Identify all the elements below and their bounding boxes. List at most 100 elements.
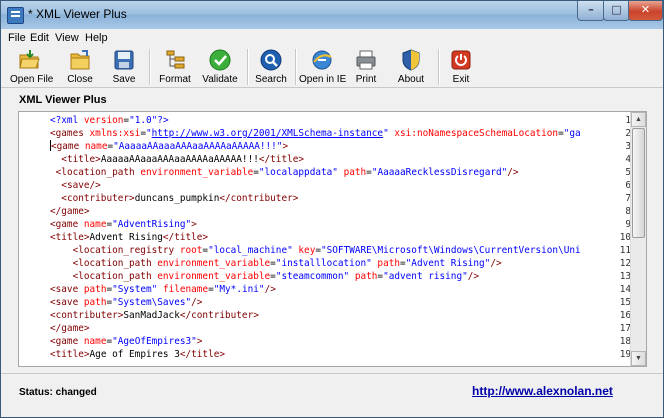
code-text[interactable]: <location_path environment_variable="ins… [50,257,502,270]
code-text[interactable]: <contributer>SanMadJack</contributer> [50,309,259,322]
line-number: 9 [625,219,631,230]
code-line[interactable]: 18 <game name="AgeOfEmpires3"> [19,335,631,348]
code-text[interactable]: <?xml version="1.0"?> [50,114,169,127]
code-text[interactable]: <game name="AgeOfEmpires3"> [50,335,202,348]
code-line[interactable]: 9 <game name="AdventRising"> [19,218,631,231]
exit-button[interactable]: Exit [445,47,477,87]
code-line[interactable]: 13 <location_path environment_variable="… [19,270,631,283]
code-line[interactable]: 7 <contributer>duncans_pumpkin</contribu… [19,192,631,205]
divider [1,87,663,88]
panel-title: XML Viewer Plus [19,94,107,106]
search-label: Search [255,74,287,85]
code-area[interactable]: 1 <?xml version="1.0"?> 2 <games xmlns:xsi=… [19,112,631,366]
status-text: Status: changed [19,387,97,398]
code-text[interactable]: <contributer>duncans_pumpkin</contribute… [50,192,298,205]
code-line[interactable]: 10 <title>Advent Rising</title> [19,231,631,244]
open-in-ie-label: Open in IE [299,74,347,85]
scroll-thumb[interactable] [632,128,645,238]
close-file-button[interactable]: Close [63,47,97,87]
code-text[interactable]: <game name="AdventRising"> [50,218,197,231]
scroll-down-arrow-icon[interactable]: ▼ [631,351,646,366]
code-line[interactable]: 8 </game> [19,205,631,218]
line-number: 13 [619,271,631,282]
code-line[interactable]: 6 <save/> [19,179,631,192]
code-line[interactable]: 2 <games xmlns:xsi="http://www.w3.org/200… [19,127,631,140]
code-text[interactable]: </game> [50,322,90,335]
scroll-up-arrow-icon[interactable]: ▲ [631,112,646,127]
line-number: 11 [619,245,631,256]
code-line[interactable]: 4 <title>AaaaaAAaaaAAAaaAAAAaAAAAA!!!</t… [19,153,631,166]
xml-editor[interactable]: 1 <?xml version="1.0"?> 2 <games xmlns:xsi=… [18,111,647,367]
code-text[interactable]: <save/> [50,179,101,192]
open-folder-icon [19,50,40,69]
code-text[interactable]: <title>Advent Rising</title> [50,231,208,244]
line-number: 16 [619,310,631,321]
maximize-button[interactable]: □ [603,1,630,21]
code-text[interactable]: <title>AaaaaAAaaaAAAaaAAAAaAAAAA!!!</tit… [50,153,304,166]
shield-info-icon [402,49,420,71]
code-line[interactable]: 14 <save path="System" filename="My*.ini"… [19,283,631,296]
power-icon [451,50,471,70]
code-line[interactable]: 12 <location_path environment_variable="… [19,257,631,270]
line-number: 8 [625,206,631,217]
validate-label: Validate [202,74,238,85]
validate-button[interactable]: Validate [201,47,239,87]
about-button[interactable]: About [394,47,428,87]
save-button[interactable]: Save [107,47,141,87]
save-label: Save [112,74,136,85]
floppy-disk-icon [114,50,134,70]
open-in-ie-button[interactable]: Open in IE [299,47,347,87]
menu-view[interactable]: View [55,32,79,44]
toolbar-separator [295,49,297,85]
app-window: * XML Viewer Plus – □ ✕ File Edit View H… [0,0,664,418]
line-number: 10 [619,232,631,243]
exit-label: Exit [452,74,470,85]
code-line[interactable]: 16 <contributer>SanMadJack</contributer> [19,309,631,322]
code-line[interactable]: 17 </game> [19,322,631,335]
close-folder-icon [70,50,90,70]
code-text[interactable]: <game name="AaaaaAAaaaAAAaaAAAAaAAAAA!!!… [50,140,288,153]
format-label: Format [159,74,191,85]
about-label: About [397,74,425,85]
toolbar-separator [438,49,440,85]
close-window-button[interactable]: ✕ [628,1,663,21]
print-button[interactable]: Print [350,47,382,87]
line-number: 7 [625,193,631,204]
code-line[interactable]: 19 <title>Age of Empires 3</title> [19,348,631,361]
code-line[interactable]: 15 <save path="System\Saves"/> [19,296,631,309]
vertical-scrollbar[interactable]: ▲ ▼ [630,112,646,366]
window-title: * XML Viewer Plus [28,7,127,21]
toolbar-separator [247,49,249,85]
menu-edit[interactable]: Edit [30,32,49,44]
website-link[interactable]: http://www.alexnolan.net [472,384,613,398]
code-text[interactable]: <location_registry root="local_machine" … [50,244,581,257]
menu-help[interactable]: Help [85,32,108,44]
minimize-button[interactable]: – [577,1,605,21]
code-line[interactable]: 3 <game name="AaaaaAAaaaAAAaaAAAAaAAAAA!!… [19,140,631,153]
line-number: 1 [625,115,631,126]
line-number: 12 [619,258,631,269]
divider [1,373,663,374]
code-text[interactable]: <location_path environment_variable="loc… [50,166,519,179]
title-bar[interactable]: * XML Viewer Plus – □ ✕ [1,1,663,29]
code-text[interactable]: <save path="System\Saves"/> [50,296,202,309]
line-number: 5 [625,167,631,178]
code-text[interactable]: </game> [50,205,90,218]
line-number: 6 [625,180,631,191]
open-file-button[interactable]: Open File [10,47,53,87]
code-text[interactable]: <location_path environment_variable="ste… [50,270,479,283]
green-check-icon [209,49,231,71]
format-tree-icon [166,50,185,69]
code-line[interactable]: 11 <location_registry root="local_machin… [19,244,631,257]
search-button[interactable]: Search [253,47,289,87]
code-text[interactable]: <games xmlns:xsi="http://www.w3.org/2001… [50,127,581,140]
code-line[interactable]: 5 <location_path environment_variable="l… [19,166,631,179]
ie-globe-icon [312,50,332,70]
code-line[interactable]: 1 <?xml version="1.0"?> [19,114,631,127]
format-button[interactable]: Format [157,47,193,87]
code-text[interactable]: <save path="System" filename="My*.ini"/> [50,283,276,296]
toolbar: Open File Close Save Format Validate Sea… [1,47,663,87]
menu-file[interactable]: File [8,32,26,44]
code-text[interactable]: <title>Age of Empires 3</title> [50,348,225,361]
line-number: 19 [619,349,631,360]
